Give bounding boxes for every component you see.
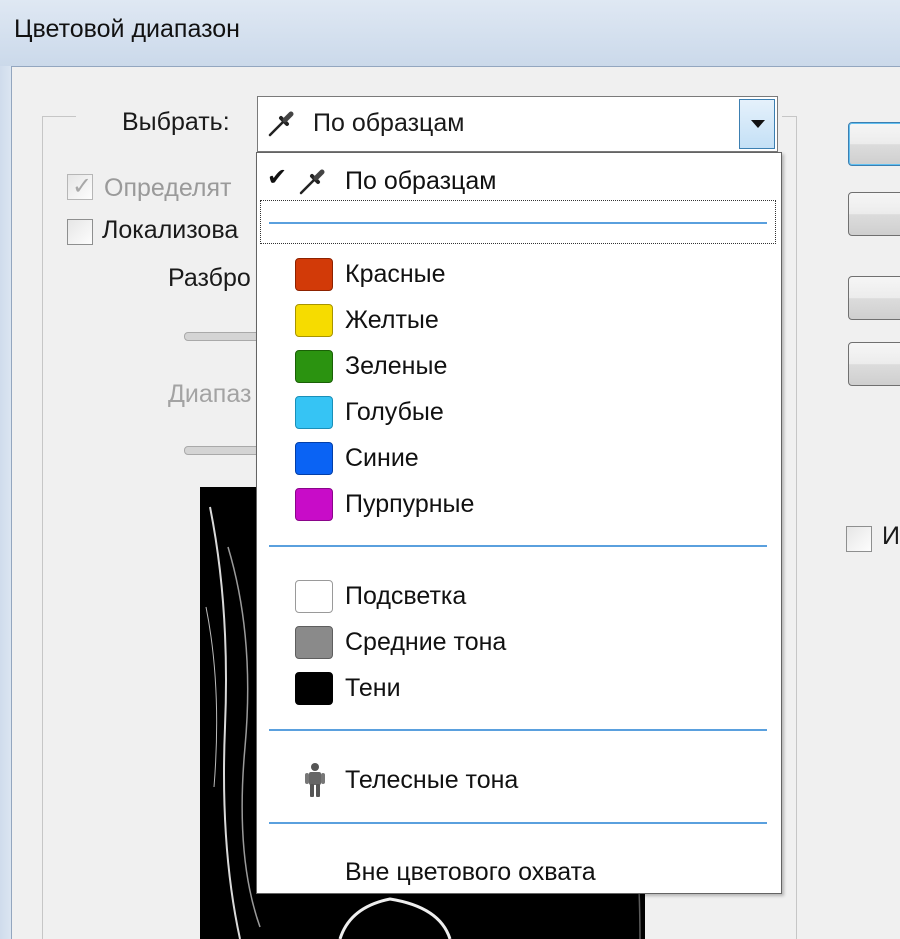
magenta-swatch-icon [295, 488, 333, 521]
red-swatch-icon [295, 258, 333, 291]
group-box-border [782, 116, 797, 117]
option-blues[interactable]: Синие [257, 436, 781, 480]
white-swatch-icon [295, 580, 333, 613]
option-yellows[interactable]: Желтые [257, 298, 781, 342]
option-magentas[interactable]: Пурпурные [257, 482, 781, 526]
title-bar[interactable]: Цветовой диапазон [0, 0, 900, 66]
fuzziness-label: Разбро [168, 264, 251, 292]
option-greens[interactable]: Зеленые [257, 344, 781, 388]
option-label: Желтые [345, 306, 439, 334]
option-label: Средние тона [345, 628, 507, 656]
option-shadows[interactable]: Тени [257, 666, 781, 710]
window-title: Цветовой диапазон [14, 15, 240, 43]
black-swatch-icon [295, 672, 333, 705]
person-icon [305, 763, 325, 797]
localized-clusters-checkbox[interactable] [67, 219, 93, 245]
client-top-border [12, 66, 900, 67]
option-sampled-colors[interactable]: ✔ По образцам [257, 159, 781, 203]
option-label: Пурпурные [345, 490, 475, 518]
menu-separator [269, 822, 767, 824]
detect-faces-label: Определят [104, 174, 232, 202]
option-skin-tones[interactable]: Телесные тона [257, 758, 781, 802]
option-out-of-gamut[interactable]: Вне цветового охвата [257, 850, 781, 894]
select-combobox[interactable]: По образцам [257, 96, 778, 152]
group-box-border [42, 116, 76, 117]
select-current-value: По образцам [313, 109, 465, 137]
range-label: Диапаз [168, 380, 252, 408]
option-label: Подсветка [345, 582, 467, 610]
select-dropdown-list[interactable]: ✔ По образцам Красные Желтые Зеленые Гол… [256, 152, 782, 894]
save-button[interactable] [848, 342, 900, 386]
green-swatch-icon [295, 350, 333, 383]
option-highlights[interactable]: Подсветка [257, 574, 781, 618]
localized-clusters-label: Локализова [102, 216, 239, 244]
checkmark-icon: ✓ [72, 173, 93, 200]
option-label: Тени [345, 674, 401, 702]
option-reds[interactable]: Красные [257, 252, 781, 296]
menu-separator [269, 222, 767, 224]
option-label: Зеленые [345, 352, 448, 380]
option-label: Синие [345, 444, 419, 472]
ok-button[interactable] [848, 122, 900, 166]
detect-faces-checkbox[interactable]: ✓ [67, 173, 93, 200]
yellow-swatch-icon [295, 304, 333, 337]
invert-label: И [882, 522, 900, 550]
group-box-border [42, 116, 43, 939]
checkmark-icon: ✔ [267, 164, 288, 191]
option-midtones[interactable]: Средние тона [257, 620, 781, 664]
menu-separator [269, 545, 767, 547]
option-cyans[interactable]: Голубые [257, 390, 781, 434]
load-button[interactable] [848, 276, 900, 320]
gray-swatch-icon [295, 626, 333, 659]
select-label: Выбрать: [122, 108, 230, 136]
eyedropper-icon [268, 111, 294, 137]
option-label: Голубые [345, 398, 444, 426]
option-label: Красные [345, 260, 446, 288]
group-box-border [796, 116, 797, 939]
blue-swatch-icon [295, 442, 333, 475]
cancel-button[interactable] [848, 192, 900, 236]
option-label: Вне цветового охвата [345, 858, 596, 886]
chevron-down-icon[interactable] [739, 99, 775, 149]
cyan-swatch-icon [295, 396, 333, 429]
invert-checkbox[interactable] [846, 526, 872, 552]
menu-separator [269, 729, 767, 731]
option-label: По образцам [345, 167, 497, 195]
window-frame-left [0, 66, 12, 939]
option-label: Телесные тона [345, 766, 519, 794]
eyedropper-icon [299, 169, 325, 195]
